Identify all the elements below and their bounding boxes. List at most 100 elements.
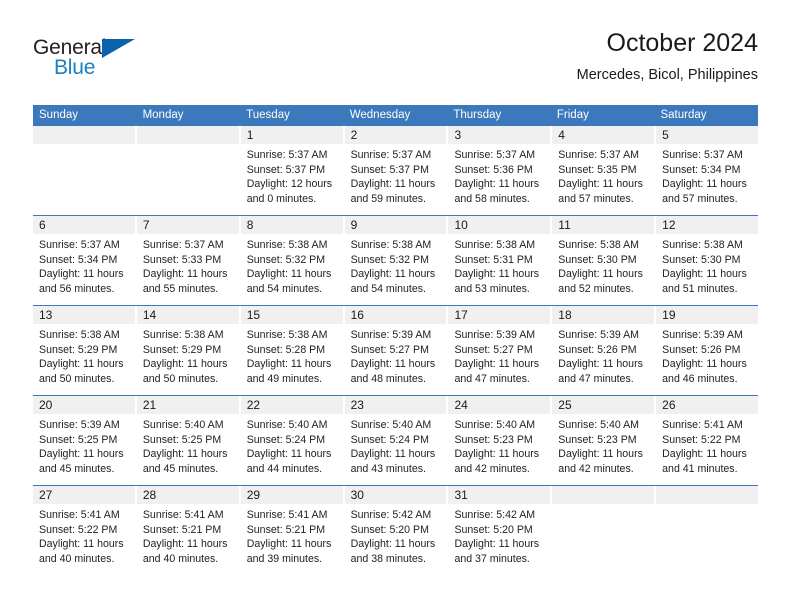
day-info-line: Daylight: 11 hours bbox=[246, 448, 332, 461]
day-cell-4[interactable]: Sunrise: 5:37 AM Sunset: 5:35 PM Daylight:… bbox=[552, 144, 657, 215]
day-info-line: Daylight: 11 hours bbox=[350, 178, 436, 191]
day-cell-30[interactable]: Sunrise: 5:42 AM Sunset: 5:20 PM Daylight:… bbox=[345, 504, 449, 575]
day-number-23[interactable]: 23 bbox=[345, 396, 449, 414]
day-cell-11[interactable]: Sunrise: 5:38 AM Sunset: 5:30 PM Daylight:… bbox=[552, 234, 657, 305]
day-cell-17[interactable]: Sunrise: 5:39 AM Sunset: 5:27 PM Daylight:… bbox=[448, 324, 553, 395]
day-cell-28[interactable]: Sunrise: 5:41 AM Sunset: 5:21 PM Daylight:… bbox=[137, 504, 241, 575]
day-info-line: Sunset: 5:33 PM bbox=[142, 253, 222, 266]
day-cell-12[interactable]: Sunrise: 5:38 AM Sunset: 5:30 PM Daylight:… bbox=[656, 234, 758, 305]
day-cell-10[interactable]: Sunrise: 5:38 AM Sunset: 5:31 PM Daylight:… bbox=[448, 234, 553, 305]
weekday-header-wednesday: Wednesday bbox=[349, 109, 411, 121]
day-cell-26[interactable]: Sunrise: 5:41 AM Sunset: 5:22 PM Daylight:… bbox=[656, 414, 758, 485]
day-info-line: Daylight: 11 hours bbox=[454, 178, 540, 191]
day-number-2[interactable]: 2 bbox=[345, 126, 449, 144]
day-info-line: Sunrise: 5:37 AM bbox=[350, 149, 432, 161]
day-number-12[interactable]: 12 bbox=[656, 216, 758, 234]
day-cell-31[interactable]: Sunrise: 5:42 AM Sunset: 5:20 PM Daylight:… bbox=[448, 504, 553, 575]
day-info-line: and 38 minutes. bbox=[350, 552, 426, 565]
day-cell-1[interactable]: Sunrise: 5:37 AM Sunset: 5:37 PM Daylight:… bbox=[241, 144, 345, 215]
day-info-line: Sunset: 5:22 PM bbox=[662, 433, 741, 446]
week-row: 20 21 22 23 24 25 26 Sunrise: 5:39 AM Sunset: 5:… bbox=[33, 395, 758, 485]
day-number-20[interactable]: 20 bbox=[33, 396, 137, 414]
day-number-empty bbox=[552, 486, 657, 504]
day-cell-27[interactable]: Sunrise: 5:41 AM Sunset: 5:22 PM Daylight:… bbox=[33, 504, 137, 575]
day-info-line: and 41 minutes. bbox=[662, 462, 738, 475]
day-number-31[interactable]: 31 bbox=[448, 486, 553, 504]
day-number-28[interactable]: 28 bbox=[137, 486, 241, 504]
day-number-3[interactable]: 3 bbox=[448, 126, 553, 144]
day-cell-24[interactable]: Sunrise: 5:40 AM Sunset: 5:23 PM Daylight:… bbox=[448, 414, 553, 485]
day-info-line: and 48 minutes. bbox=[350, 372, 426, 385]
day-info-line: and 51 minutes. bbox=[662, 282, 738, 295]
day-info-line: Daylight: 11 hours bbox=[454, 538, 540, 551]
day-cell-6[interactable]: Sunrise: 5:37 AM Sunset: 5:34 PM Daylight:… bbox=[33, 234, 137, 305]
day-info-line: Daylight: 11 hours bbox=[662, 358, 747, 371]
day-cell-7[interactable]: Sunrise: 5:37 AM Sunset: 5:33 PM Daylight:… bbox=[137, 234, 241, 305]
day-cell-14[interactable]: Sunrise: 5:38 AM Sunset: 5:29 PM Daylight:… bbox=[137, 324, 241, 395]
day-number-30[interactable]: 30 bbox=[345, 486, 449, 504]
day-number-27[interactable]: 27 bbox=[33, 486, 137, 504]
day-number-29[interactable]: 29 bbox=[241, 486, 345, 504]
day-cell-empty bbox=[137, 144, 241, 215]
day-info-line: Sunrise: 5:38 AM bbox=[350, 239, 432, 251]
day-cell-13[interactable]: Sunrise: 5:38 AM Sunset: 5:29 PM Daylight:… bbox=[33, 324, 137, 395]
day-number-25[interactable]: 25 bbox=[552, 396, 657, 414]
day-cell-21[interactable]: Sunrise: 5:40 AM Sunset: 5:25 PM Daylight:… bbox=[137, 414, 241, 485]
calendar-grid: Sunday Monday Tuesday Wednesday Thursday Frid… bbox=[33, 105, 758, 575]
day-info-line: Sunrise: 5:40 AM bbox=[246, 419, 328, 431]
day-number-15[interactable]: 15 bbox=[241, 306, 345, 324]
day-info-line: Sunrise: 5:40 AM bbox=[558, 419, 639, 431]
general-blue-logo[interactable]: General Blue bbox=[33, 36, 153, 82]
day-number-9[interactable]: 9 bbox=[345, 216, 449, 234]
week-date-band: 20 21 22 23 24 25 26 bbox=[33, 396, 758, 414]
day-cell-25[interactable]: Sunrise: 5:40 AM Sunset: 5:23 PM Daylight:… bbox=[552, 414, 657, 485]
day-info-line: Daylight: 11 hours bbox=[454, 358, 540, 371]
page-header: General Blue October 2024 Mercedes, Bico… bbox=[33, 28, 758, 98]
day-number-13[interactable]: 13 bbox=[33, 306, 137, 324]
day-info-line: and 40 minutes. bbox=[142, 552, 219, 565]
day-number-10[interactable]: 10 bbox=[448, 216, 553, 234]
title-block: October 2024 Mercedes, Bicol, Philippine… bbox=[577, 28, 758, 86]
day-cell-5[interactable]: Sunrise: 5:37 AM Sunset: 5:34 PM Daylight:… bbox=[656, 144, 758, 215]
day-number-18[interactable]: 18 bbox=[552, 306, 657, 324]
day-number-19[interactable]: 19 bbox=[656, 306, 758, 324]
week-date-band: 13 14 15 16 17 18 19 bbox=[33, 306, 758, 324]
day-number-11[interactable]: 11 bbox=[552, 216, 657, 234]
day-number-24[interactable]: 24 bbox=[448, 396, 553, 414]
day-cell-20[interactable]: Sunrise: 5:39 AM Sunset: 5:25 PM Daylight:… bbox=[33, 414, 137, 485]
day-cell-9[interactable]: Sunrise: 5:38 AM Sunset: 5:32 PM Daylight:… bbox=[345, 234, 449, 305]
day-cell-15[interactable]: Sunrise: 5:38 AM Sunset: 5:28 PM Daylight:… bbox=[241, 324, 345, 395]
day-info-line: Daylight: 11 hours bbox=[39, 268, 124, 281]
day-number-21[interactable]: 21 bbox=[137, 396, 241, 414]
day-cell-23[interactable]: Sunrise: 5:40 AM Sunset: 5:24 PM Daylight:… bbox=[345, 414, 449, 485]
day-number-1[interactable]: 1 bbox=[241, 126, 345, 144]
day-number-22[interactable]: 22 bbox=[241, 396, 345, 414]
week-body: Sunrise: 5:37 AM Sunset: 5:34 PM Daylight:… bbox=[33, 234, 758, 305]
week-date-band: 27 28 29 30 31 bbox=[33, 486, 758, 504]
day-info-line: Sunset: 5:31 PM bbox=[454, 253, 533, 266]
day-number-4[interactable]: 4 bbox=[552, 126, 657, 144]
day-cell-29[interactable]: Sunrise: 5:41 AM Sunset: 5:21 PM Daylight:… bbox=[241, 504, 345, 575]
day-cell-16[interactable]: Sunrise: 5:39 AM Sunset: 5:27 PM Daylight:… bbox=[345, 324, 449, 395]
day-number-17[interactable]: 17 bbox=[448, 306, 553, 324]
day-info-line: Daylight: 11 hours bbox=[350, 448, 436, 461]
day-cell-22[interactable]: Sunrise: 5:40 AM Sunset: 5:24 PM Daylight:… bbox=[241, 414, 345, 485]
day-info-line: Daylight: 11 hours bbox=[350, 268, 436, 281]
day-info-line: Sunset: 5:35 PM bbox=[558, 163, 637, 176]
day-number-14[interactable]: 14 bbox=[137, 306, 241, 324]
day-cell-2[interactable]: Sunrise: 5:37 AM Sunset: 5:37 PM Daylight:… bbox=[345, 144, 449, 215]
day-cell-18[interactable]: Sunrise: 5:39 AM Sunset: 5:26 PM Daylight:… bbox=[552, 324, 657, 395]
day-number-8[interactable]: 8 bbox=[241, 216, 345, 234]
day-number-6[interactable]: 6 bbox=[33, 216, 137, 234]
day-cell-8[interactable]: Sunrise: 5:38 AM Sunset: 5:32 PM Daylight:… bbox=[241, 234, 345, 305]
day-number-26[interactable]: 26 bbox=[656, 396, 758, 414]
day-info-line: and 42 minutes. bbox=[454, 462, 530, 475]
day-number-5[interactable]: 5 bbox=[656, 126, 758, 144]
day-info-line: and 43 minutes. bbox=[350, 462, 426, 475]
day-number-7[interactable]: 7 bbox=[137, 216, 241, 234]
day-cell-19[interactable]: Sunrise: 5:39 AM Sunset: 5:26 PM Daylight:… bbox=[656, 324, 758, 395]
day-info-line: and 40 minutes. bbox=[39, 552, 115, 565]
day-cell-3[interactable]: Sunrise: 5:37 AM Sunset: 5:36 PM Daylight:… bbox=[448, 144, 553, 215]
day-number-16[interactable]: 16 bbox=[345, 306, 449, 324]
week-body: Sunrise: 5:38 AM Sunset: 5:29 PM Daylight:… bbox=[33, 324, 758, 395]
